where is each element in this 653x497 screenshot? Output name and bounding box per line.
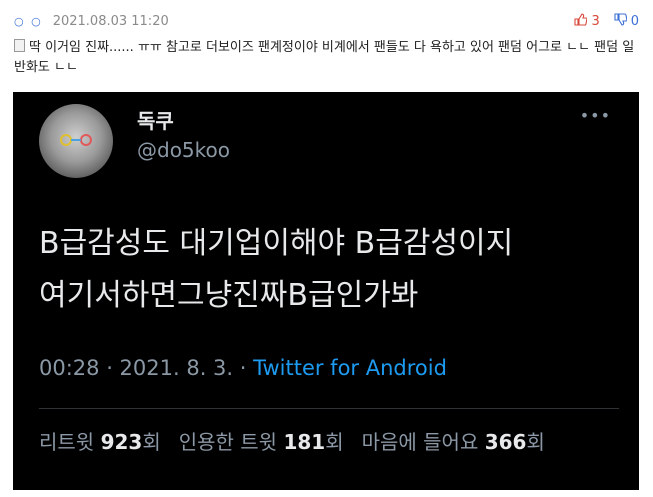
upvote-count: 3: [591, 13, 600, 29]
tweet-text: B급감성도 대기업이해야 B급감성이지 여기서하면그냥진짜B급인가봐: [39, 218, 619, 322]
stat-count: 923: [100, 430, 143, 454]
vote-buttons: 3 0: [574, 12, 639, 30]
stat-count: 181: [283, 430, 326, 454]
thumbs-up-icon: [574, 12, 588, 30]
tweet-author-name: 독쿠: [137, 109, 174, 133]
glasses-icon: [60, 134, 92, 146]
tweet-screenshot: 독쿠 @do5koo ••• B급감성도 대기업이해야 B급감성이지 여기서하면…: [13, 92, 639, 490]
divider: [39, 408, 619, 409]
stat-unit: 회: [325, 430, 344, 454]
tweet-source-link[interactable]: Twitter for Android: [253, 356, 447, 380]
stat-quotes[interactable]: 인용한 트윗 181회: [179, 430, 344, 454]
tweet-stats: 리트윗 923회 인용한 트윗 181회 마음에 들어요 366회: [39, 426, 545, 455]
comment-meta: ○ ○ 2021.08.03 11:20 3 0: [14, 11, 639, 31]
stat-unit: 회: [526, 430, 545, 454]
comment-body: 딱 이거임 진짜...... ㅠㅠ 참고로 더보이즈 팬계정이야 비계에서 팬들…: [14, 38, 639, 78]
stat-label: 리트윗: [39, 430, 95, 454]
tweet-text-line: 여기서하면그냥진짜B급인가봐: [39, 278, 419, 313]
stat-likes[interactable]: 마음에 들어요 366회: [362, 430, 545, 454]
tweet-timestamp: 00:28 · 2021. 8. 3. · Twitter for Androi…: [39, 356, 447, 380]
tweet-author-handle: @do5koo: [137, 138, 230, 162]
stat-label: 마음에 들어요: [361, 430, 479, 454]
stat-retweets[interactable]: 리트윗 923회: [39, 430, 161, 454]
comment-text: 딱 이거임 진짜...... ㅠㅠ 참고로 더보이즈 팬계정이야 비계에서 팬들…: [14, 40, 635, 75]
stat-count: 366: [484, 430, 527, 454]
stat-label: 인용한 트윗: [178, 430, 278, 454]
thumbs-down-icon: [614, 12, 628, 30]
document-icon: [14, 39, 25, 52]
upvote-button[interactable]: 3: [574, 12, 600, 30]
more-options-icon[interactable]: •••: [580, 106, 611, 125]
avatar: [39, 104, 113, 178]
comment-date: 2021.08.03 11:20: [52, 13, 169, 29]
user-dots-icon: ○ ○: [14, 14, 43, 28]
stat-unit: 회: [142, 430, 161, 454]
downvote-button[interactable]: 0: [614, 12, 639, 30]
tweet-text-line: B급감성도 대기업이해야 B급감성이지: [39, 226, 514, 261]
tweet-time: 00:28 · 2021. 8. 3. ·: [39, 356, 254, 380]
downvote-count: 0: [630, 13, 639, 29]
